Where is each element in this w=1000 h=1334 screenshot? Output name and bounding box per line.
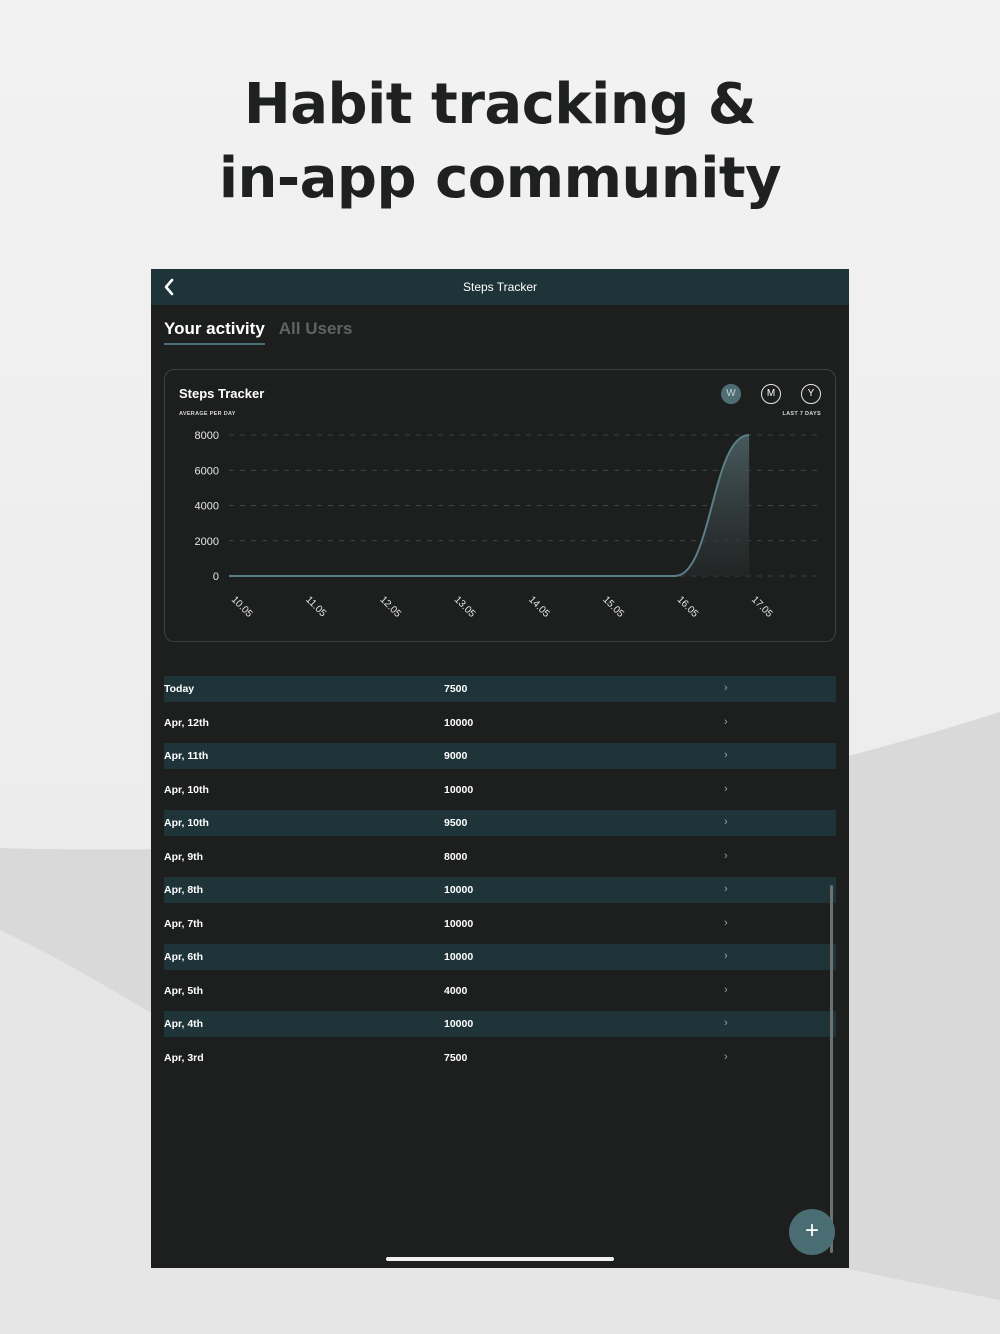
list-item[interactable]: Apr, 5th 4000 › [164,978,836,1004]
list-item[interactable]: Apr, 10th 10000 › [164,777,836,803]
y-tick-label: 6000 [195,465,219,477]
x-tick-label: 11.05 [303,594,328,619]
entry-value: 10000 [444,716,474,729]
nav-bar: Steps Tracker [151,269,849,305]
chevron-right-icon: › [724,883,728,895]
entry-date: Apr, 8th [164,884,204,896]
period-month-button[interactable]: M [761,384,781,404]
x-tick-label: 10.05 [229,594,255,620]
chart-card: 0 2000 4000 6000 8000 10.05 11.05 12.05 13.05 14.… [164,369,836,642]
card-subtitle: AVERAGE PER DAY [179,411,236,417]
chevron-right-icon: › [724,950,728,962]
entry-value: 10000 [444,1018,474,1030]
entry-value: 10000 [444,783,474,796]
headline: Habit tracking & in-app community [0,68,1000,216]
y-tick-label: 0 [213,571,219,583]
entry-value: 10000 [444,951,474,963]
chevron-right-icon: › [724,1050,728,1063]
chevron-right-icon: › [724,682,728,694]
chevron-right-icon: › [724,1017,728,1029]
entry-value: 9000 [444,750,468,762]
entry-value: 7500 [444,1051,468,1064]
chevron-right-icon: › [724,782,728,795]
entry-date: Today [164,683,195,695]
tab-bar: Your activity All Users [164,319,366,345]
list-item[interactable]: Apr, 12th 10000 › [164,710,836,736]
headline-line-1: Habit tracking & [243,72,757,137]
entry-date: Apr, 10th [164,817,209,829]
tab-your-activity[interactable]: Your activity [164,319,265,345]
x-tick-label: 15.05 [600,594,626,620]
entry-value: 7500 [444,683,468,695]
chevron-right-icon: › [724,749,728,761]
entry-date: Apr, 7th [164,917,204,930]
y-tick-label: 2000 [195,536,219,548]
x-tick-label: 16.05 [675,594,701,620]
y-tick-label: 8000 [195,430,219,442]
list-item[interactable]: Apr, 11th 9000 › [164,743,836,769]
chevron-right-icon: › [724,816,728,828]
list-item[interactable]: Apr, 6th 10000 › [164,944,836,970]
list-item[interactable]: Apr, 8th 10000 › [164,877,836,903]
chevron-right-icon: › [724,916,728,929]
chevron-left-icon [164,278,174,296]
nav-title: Steps Tracker [462,280,538,294]
entry-date: Apr, 9th [164,850,204,863]
entry-date: Apr, 4th [164,1018,204,1030]
list-item[interactable]: Apr, 7th 10000 › [164,911,836,937]
plus-icon: + [804,1217,819,1244]
entry-date: Apr, 11th [164,750,209,762]
tab-all-users[interactable]: All Users [279,319,353,345]
chevron-right-icon: › [724,849,728,862]
x-tick-label: 17.05 [749,594,775,620]
list-item[interactable]: Apr, 3rd 7500 › [164,1045,836,1071]
back-button[interactable] [157,275,181,299]
entry-value: 8000 [444,850,468,863]
entries-list: Today 7500 › Apr, 12th 10000 › Apr, 11th 9000 › A… [164,676,836,1078]
card-title: Steps Tracker [179,386,265,401]
entry-date: Apr, 3rd [164,1051,204,1064]
y-tick-label: 4000 [195,501,219,513]
entry-date: Apr, 5th [164,984,204,997]
entry-value: 4000 [444,984,468,997]
period-year-button[interactable]: Y [801,384,821,404]
list-item[interactable]: Apr, 9th 8000 › [164,844,836,870]
period-week-button[interactable]: W [721,384,741,404]
entry-date: Apr, 10th [164,783,209,796]
x-tick-label: 12.05 [377,594,403,620]
home-indicator [386,1257,614,1261]
chevron-right-icon: › [724,983,728,996]
chevron-right-icon: › [724,715,728,728]
list-item[interactable]: Apr, 10th 9500 › [164,810,836,836]
x-tick-label: 14.05 [526,594,552,620]
entry-value: 10000 [444,884,474,896]
list-item[interactable]: Today 7500 › [164,676,836,702]
headline-line-2: in-app community [218,146,782,211]
list-item[interactable]: Apr, 4th 10000 › [164,1011,836,1037]
range-label: LAST 7 DAYS [782,411,821,417]
entry-date: Apr, 12th [164,716,209,729]
entry-value: 9500 [444,817,468,829]
entry-value: 10000 [444,917,474,930]
add-entry-button[interactable]: + [789,1209,835,1255]
app-screen: Steps Tracker Your activity All Users 0 2… [151,269,849,1268]
x-tick-label: 13.05 [452,594,478,620]
scrollbar[interactable] [830,885,833,1253]
steps-chart: 0 2000 4000 6000 8000 10.05 11.05 12.05 13.05 14.… [195,430,823,620]
entry-date: Apr, 6th [164,951,204,963]
